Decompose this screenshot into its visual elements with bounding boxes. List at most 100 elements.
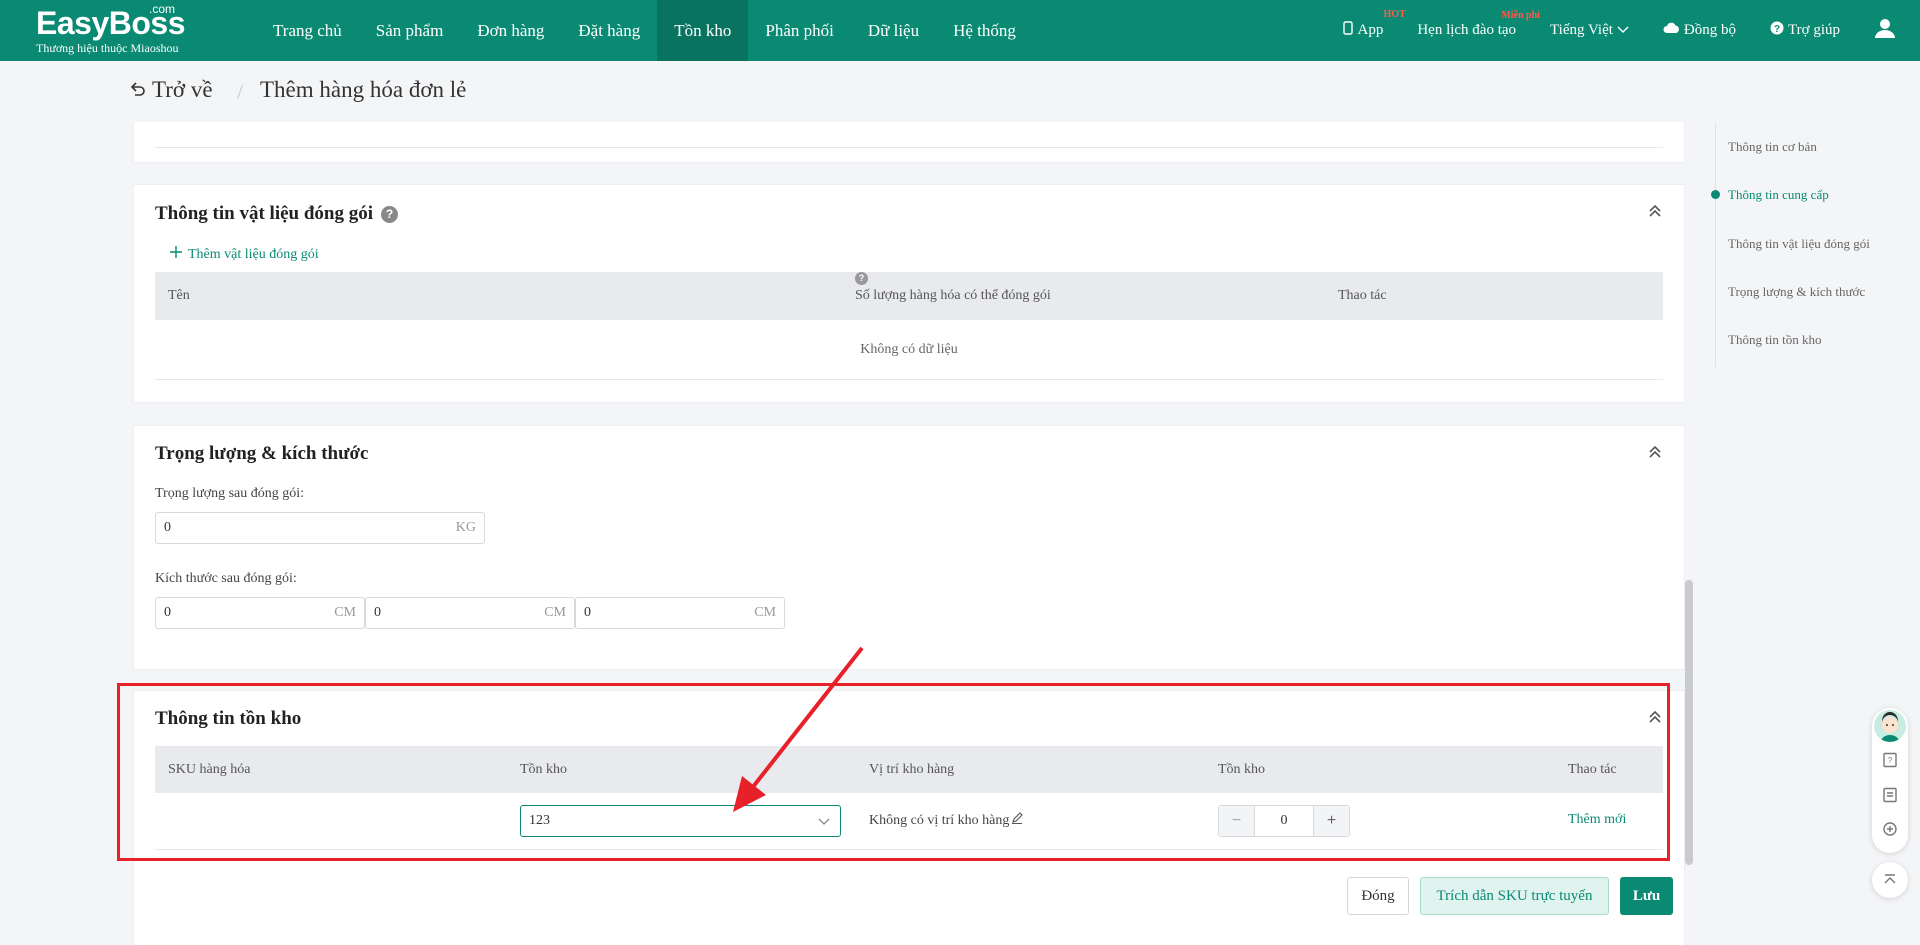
- feedback-icon[interactable]: [1882, 821, 1898, 837]
- warehouse-value: 123: [529, 813, 550, 828]
- arrow-up-icon: [1883, 873, 1897, 892]
- location-value: Không có vị trí kho hàng: [869, 812, 1010, 828]
- help-circle-icon[interactable]: ?: [381, 205, 399, 223]
- support-widget: ?: [1872, 708, 1908, 853]
- app-label: App: [1357, 22, 1384, 38]
- user-menu[interactable]: [1874, 17, 1896, 44]
- anchor-supply-info[interactable]: Thông tin cung cấp: [1728, 187, 1829, 203]
- top-navbar: EasyBoss .com Thương hiệu thuộc Miaoshou…: [0, 0, 1920, 61]
- location-cell: Không có vị trí kho hàng: [869, 812, 1024, 829]
- length-input[interactable]: 0 CM: [155, 597, 365, 629]
- nav-don-hang[interactable]: Đơn hàng: [460, 0, 561, 61]
- logo-text: EasyBoss: [36, 5, 185, 41]
- chevron-down-icon: [1617, 22, 1629, 39]
- nav-dat-hang[interactable]: Đặt hàng: [561, 0, 657, 61]
- add-packaging-link[interactable]: Thêm vật liệu đóng gói: [170, 246, 319, 263]
- weight-unit: KG: [455, 520, 476, 535]
- anchor-packaging[interactable]: Thông tin vật liệu đóng gói: [1728, 236, 1870, 252]
- collapse-icon[interactable]: [1648, 445, 1662, 459]
- plus-icon: [170, 246, 182, 263]
- stock-decrement-button[interactable]: −: [1219, 806, 1255, 836]
- add-packaging-label: Thêm vật liệu đóng gói: [188, 246, 319, 262]
- support-avatar[interactable]: [1874, 710, 1906, 742]
- section-anchor-nav: Thông tin cơ bản Thông tin cung cấp Thôn…: [1711, 122, 1920, 367]
- training-link[interactable]: Hẹn lịch đào tạo Miễn phí: [1417, 10, 1540, 39]
- page-title: Thêm hàng hóa đơn lẻ: [260, 77, 467, 102]
- hot-badge: HOT: [1383, 9, 1406, 20]
- height-input[interactable]: 0 CM: [575, 597, 785, 629]
- weight-input[interactable]: 0 KG: [155, 512, 485, 544]
- user-icon: [1874, 17, 1896, 44]
- top-tools: App HOT Hẹn lịch đào tạo Miễn phí Tiếng …: [1343, 0, 1920, 61]
- width-input[interactable]: 0 CM: [365, 597, 575, 629]
- help-icon: ?: [1770, 21, 1784, 40]
- help-circle-icon[interactable]: ?: [855, 272, 868, 285]
- back-label: Trở về: [152, 77, 213, 102]
- back-button[interactable]: Trở về: [130, 77, 213, 103]
- app-link[interactable]: App HOT: [1343, 9, 1406, 40]
- phone-icon: [1343, 21, 1354, 40]
- nav-du-lieu[interactable]: Dữ liệu: [851, 0, 936, 61]
- width-value: 0: [374, 605, 381, 620]
- edit-icon[interactable]: [1011, 812, 1024, 829]
- collapse-icon[interactable]: [1648, 204, 1662, 218]
- nav-ton-kho[interactable]: Tồn kho: [657, 0, 749, 61]
- stock-increment-button[interactable]: +: [1313, 806, 1349, 836]
- document-icon[interactable]: [1882, 787, 1898, 803]
- close-button[interactable]: Đóng: [1347, 877, 1409, 915]
- sync-label: Đồng bộ: [1683, 22, 1737, 38]
- help-button[interactable]: ? Trợ giúp: [1770, 21, 1840, 40]
- packaging-title: Thông tin vật liệu đóng gói: [155, 203, 374, 224]
- packaging-card: Thông tin vật liệu đóng gói ? Thêm vật l…: [133, 184, 1685, 403]
- anchor-basic-info[interactable]: Thông tin cơ bản: [1728, 139, 1817, 155]
- add-new-link[interactable]: Thêm mới: [1568, 812, 1626, 828]
- active-dot: [1711, 190, 1720, 199]
- length-value: 0: [164, 605, 171, 620]
- sync-button[interactable]: Đồng bộ: [1663, 22, 1736, 39]
- cloud-icon: [1663, 22, 1680, 39]
- language-select[interactable]: Tiếng Việt: [1550, 22, 1629, 39]
- weight-title: Trọng lượng & kích thước: [155, 443, 369, 464]
- nav-he-thong[interactable]: Hệ thống: [936, 0, 1033, 61]
- logo-domain: .com: [149, 2, 176, 16]
- form-content[interactable]: Thông tin vật liệu đóng gói ? Thêm vật l…: [133, 122, 1685, 945]
- breadcrumb-separator: /: [237, 79, 244, 104]
- training-label: Hẹn lịch đào tạo: [1417, 22, 1517, 38]
- packaging-empty: Không có dữ liệu: [155, 320, 1663, 380]
- back-to-top-button[interactable]: [1872, 862, 1908, 898]
- stock-stepper[interactable]: − 0 +: [1218, 805, 1350, 837]
- scrollbar-thumb[interactable]: [1685, 580, 1693, 865]
- cite-sku-button[interactable]: Trích dẫn SKU trực tuyến: [1420, 877, 1609, 915]
- col-action: Thao tác: [1568, 762, 1617, 777]
- faq-icon[interactable]: ?: [1882, 752, 1898, 768]
- packaging-table-header: Tên Số lượng hàng hóa có thể đóng gói ? …: [155, 272, 1663, 320]
- undo-icon: [130, 77, 146, 103]
- weight-label: Trọng lượng sau đóng gói:: [155, 486, 305, 501]
- table-row: 123 Không có vị trí kho hàng − 0 + Thêm …: [155, 793, 1663, 850]
- free-badge: Miễn phí: [1501, 10, 1540, 21]
- main-nav: Trang chủ Sản phẩm Đơn hàng Đặt hàng Tồn…: [256, 0, 1033, 61]
- height-unit: CM: [754, 605, 776, 620]
- easyboss-logo[interactable]: EasyBoss .com Thương hiệu thuộc Miaoshou: [36, 2, 206, 58]
- col-warehouse: Tồn kho: [520, 762, 568, 777]
- width-unit: CM: [544, 605, 566, 620]
- collapse-icon[interactable]: [1648, 710, 1662, 724]
- help-label: Trợ giúp: [1788, 22, 1840, 38]
- save-button[interactable]: Lưu: [1620, 877, 1673, 915]
- divider: [155, 147, 1663, 148]
- supply-info-card-tail: [133, 122, 1685, 163]
- packaging-title-wrap: Thông tin vật liệu đóng gói ?: [155, 203, 399, 225]
- weight-value: 0: [164, 520, 171, 535]
- anchor-weight[interactable]: Trọng lượng & kích thước: [1728, 284, 1865, 300]
- inventory-title: Thông tin tồn kho: [155, 708, 302, 729]
- col-stock: Tồn kho: [1218, 762, 1266, 777]
- page-header: Trở về / Thêm hàng hóa đơn lẻ: [0, 61, 1920, 122]
- col-location: Vị trí kho hàng: [869, 762, 955, 777]
- nav-phan-phoi[interactable]: Phân phối: [748, 0, 850, 61]
- anchor-inventory[interactable]: Thông tin tồn kho: [1728, 332, 1822, 348]
- warehouse-select[interactable]: 123: [520, 805, 841, 837]
- nav-trang-chu[interactable]: Trang chủ: [256, 0, 359, 61]
- inventory-table-header: SKU hàng hóa Tồn kho Vị trí kho hàng Tồn…: [155, 746, 1663, 793]
- nav-san-pham[interactable]: Sản phẩm: [359, 0, 461, 61]
- stock-value[interactable]: 0: [1255, 806, 1313, 836]
